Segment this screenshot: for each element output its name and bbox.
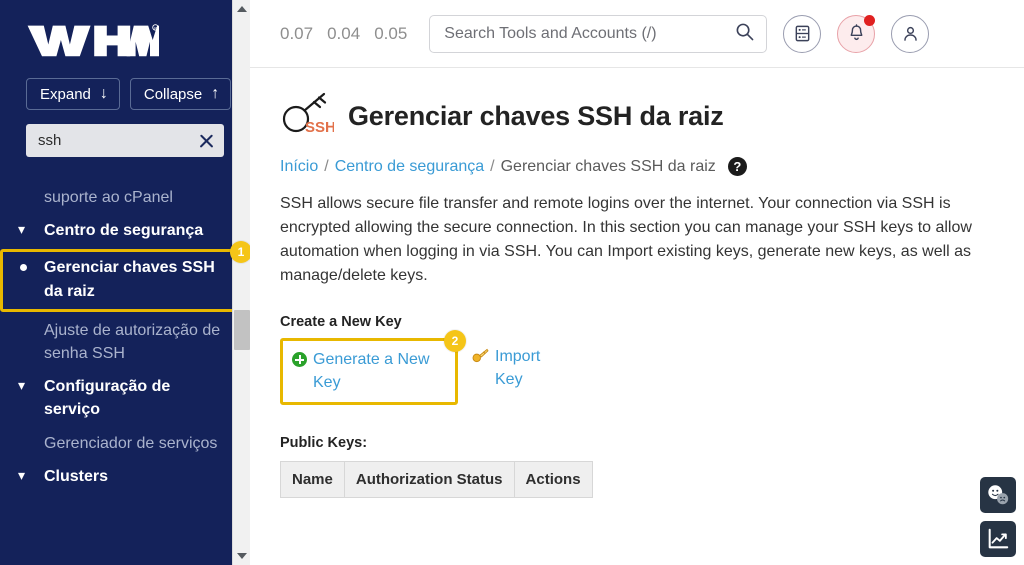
sidebar-item-label: Clusters	[44, 467, 109, 485]
sidebar: R Expand ↓ Collapse ↑ suporte ao cPanel	[0, 0, 250, 565]
svg-text:R: R	[154, 27, 157, 31]
floating-widgets	[980, 477, 1016, 557]
step-badge-2: 2	[444, 330, 466, 352]
top-header-bar: 0.07 0.04 0.05	[250, 0, 1024, 68]
sidebar-nav-scroll-region: suporte ao cPanel ▾ Centro de segurança …	[0, 180, 250, 565]
breadcrumb-separator: /	[324, 157, 329, 175]
sidebar-item-label: Gerenciador de serviços	[44, 434, 218, 452]
public-keys-label: Public Keys:	[280, 435, 368, 452]
scroll-down-arrow-icon[interactable]	[233, 547, 250, 565]
collapse-button-label: Collapse	[143, 85, 203, 103]
server-load-averages: 0.07 0.04 0.05	[280, 24, 407, 44]
generate-new-key-button[interactable]: Generate a New Key 2	[280, 330, 466, 406]
sidebar-item-centro-de-seguranca[interactable]: ▾ Centro de segurança	[0, 214, 250, 247]
sidebar-item-configuracao-de-servico[interactable]: ▾ Configuração de serviço	[0, 370, 250, 426]
load-average-5min: 0.04	[327, 23, 361, 43]
collapse-button[interactable]: Collapse ↑	[129, 78, 232, 110]
bullet-icon	[14, 256, 36, 272]
sidebar-item-gerenciador-de-servicos[interactable]: Gerenciador de serviços	[0, 427, 250, 460]
sidebar-nav-list: suporte ao cPanel ▾ Centro de segurança …	[0, 180, 250, 493]
global-search-input[interactable]	[444, 24, 736, 43]
feedback-faces-icon	[988, 485, 1009, 505]
sidebar-item-label: Ajuste de autorização de senha SSH	[44, 321, 221, 362]
breadcrumb-link-home[interactable]: Início	[280, 158, 318, 176]
table-header-row: Name Authorization Status Actions	[280, 461, 593, 499]
sidebar-expand-collapse-group: Expand ↓ Collapse ↑	[26, 78, 250, 110]
public-keys-table: Name Authorization Status Actions	[280, 461, 593, 499]
chevron-down-icon: ▾	[18, 377, 26, 394]
plus-circle-icon	[292, 352, 307, 367]
sidebar-item-gerenciar-chaves-ssh-da-raiz[interactable]: Gerenciar chaves SSH da raiz 1	[0, 241, 250, 312]
global-search-container[interactable]	[429, 14, 768, 53]
chevron-down-icon: ▾	[18, 466, 26, 483]
sidebar-item-suporte-cpanel[interactable]: suporte ao cPanel	[0, 181, 250, 214]
arrow-down-icon: ↓	[99, 85, 108, 102]
sidebar-item-label: suporte ao cPanel	[44, 189, 173, 206]
notifications-bell-icon	[850, 24, 863, 41]
generate-new-key-label: Generate a New Key	[313, 351, 430, 392]
step-badge-1: 1	[230, 241, 250, 264]
server-icon	[795, 25, 810, 42]
sidebar-item-label: Configuração de serviço	[44, 378, 171, 419]
feedback-widget-button[interactable]	[980, 477, 1016, 513]
scrollbar-thumb[interactable]	[234, 310, 250, 350]
breadcrumb-current-page: Gerenciar chaves SSH da raiz	[500, 157, 716, 175]
page-title: Gerenciar chaves SSH da raiz	[348, 101, 724, 131]
column-header-name[interactable]: Name	[280, 461, 345, 499]
key-actions-group: Generate a New Key 2 Import Key	[280, 330, 994, 406]
sidebar-item-label: Centro de segurança	[44, 222, 204, 240]
whm-logo[interactable]: R	[24, 20, 159, 60]
main-content-area: 0.07 0.04 0.05 Search Tools and Accounts…	[250, 0, 1024, 565]
ssh-key-icon: SSH	[280, 90, 336, 143]
page-header: SSH Gerenciar chaves SSH da raiz	[280, 90, 994, 143]
svg-text:SSH: SSH	[305, 119, 334, 136]
chevron-down-icon: ▾	[18, 221, 26, 238]
sidebar-item-clusters[interactable]: ▾ Clusters	[0, 460, 250, 493]
expand-button[interactable]: Expand ↓	[26, 78, 120, 110]
page-description: SSH allows secure file transfer and remo…	[280, 195, 972, 284]
statistics-chart-icon	[988, 528, 1009, 549]
create-new-key-label: Create a New Key	[280, 314, 402, 330]
search-icon[interactable]	[735, 22, 754, 46]
load-average-1min: 0.07	[280, 23, 314, 43]
breadcrumb: Início / Centro de segurança / Gerenciar…	[280, 157, 994, 176]
breadcrumb-link-security-center[interactable]: Centro de segurança	[335, 158, 484, 176]
breadcrumb-separator-2: /	[490, 157, 495, 175]
sidebar-item-ajuste-autorizacao-senha-ssh[interactable]: Ajuste de autorização de senha SSH	[0, 314, 250, 370]
user-account-button[interactable]	[891, 14, 930, 53]
statistics-widget-button[interactable]	[980, 521, 1016, 557]
server-icon-button[interactable]	[783, 14, 822, 53]
sidebar-item-label: Gerenciar chaves SSH da raiz	[44, 259, 215, 300]
user-account-icon	[904, 26, 917, 41]
load-average-15min: 0.05	[374, 23, 408, 43]
page-content: SSH Gerenciar chaves SSH da raiz Início …	[250, 68, 1024, 499]
whm-app-window: R Expand ↓ Collapse ↑ suporte ao cPanel	[0, 0, 1024, 565]
sidebar-search-input[interactable]	[38, 132, 188, 149]
scroll-up-arrow-icon[interactable]	[233, 0, 250, 18]
clear-search-icon[interactable]	[197, 132, 215, 150]
import-key-label: Import Key	[495, 348, 541, 389]
notification-alert-dot	[864, 14, 876, 26]
sidebar-scrollbar[interactable]	[232, 0, 250, 565]
expand-button-label: Expand	[40, 85, 91, 103]
column-header-authorization-status[interactable]: Authorization Status	[343, 461, 515, 499]
notifications-bell-button[interactable]	[837, 14, 876, 53]
sidebar-search-container	[26, 124, 224, 157]
import-key-icon	[472, 348, 489, 368]
help-icon[interactable]: ?	[727, 157, 747, 176]
import-key-button[interactable]: Import Key	[458, 338, 578, 399]
arrow-up-icon: ↑	[211, 85, 220, 102]
column-header-actions[interactable]: Actions	[513, 461, 593, 499]
